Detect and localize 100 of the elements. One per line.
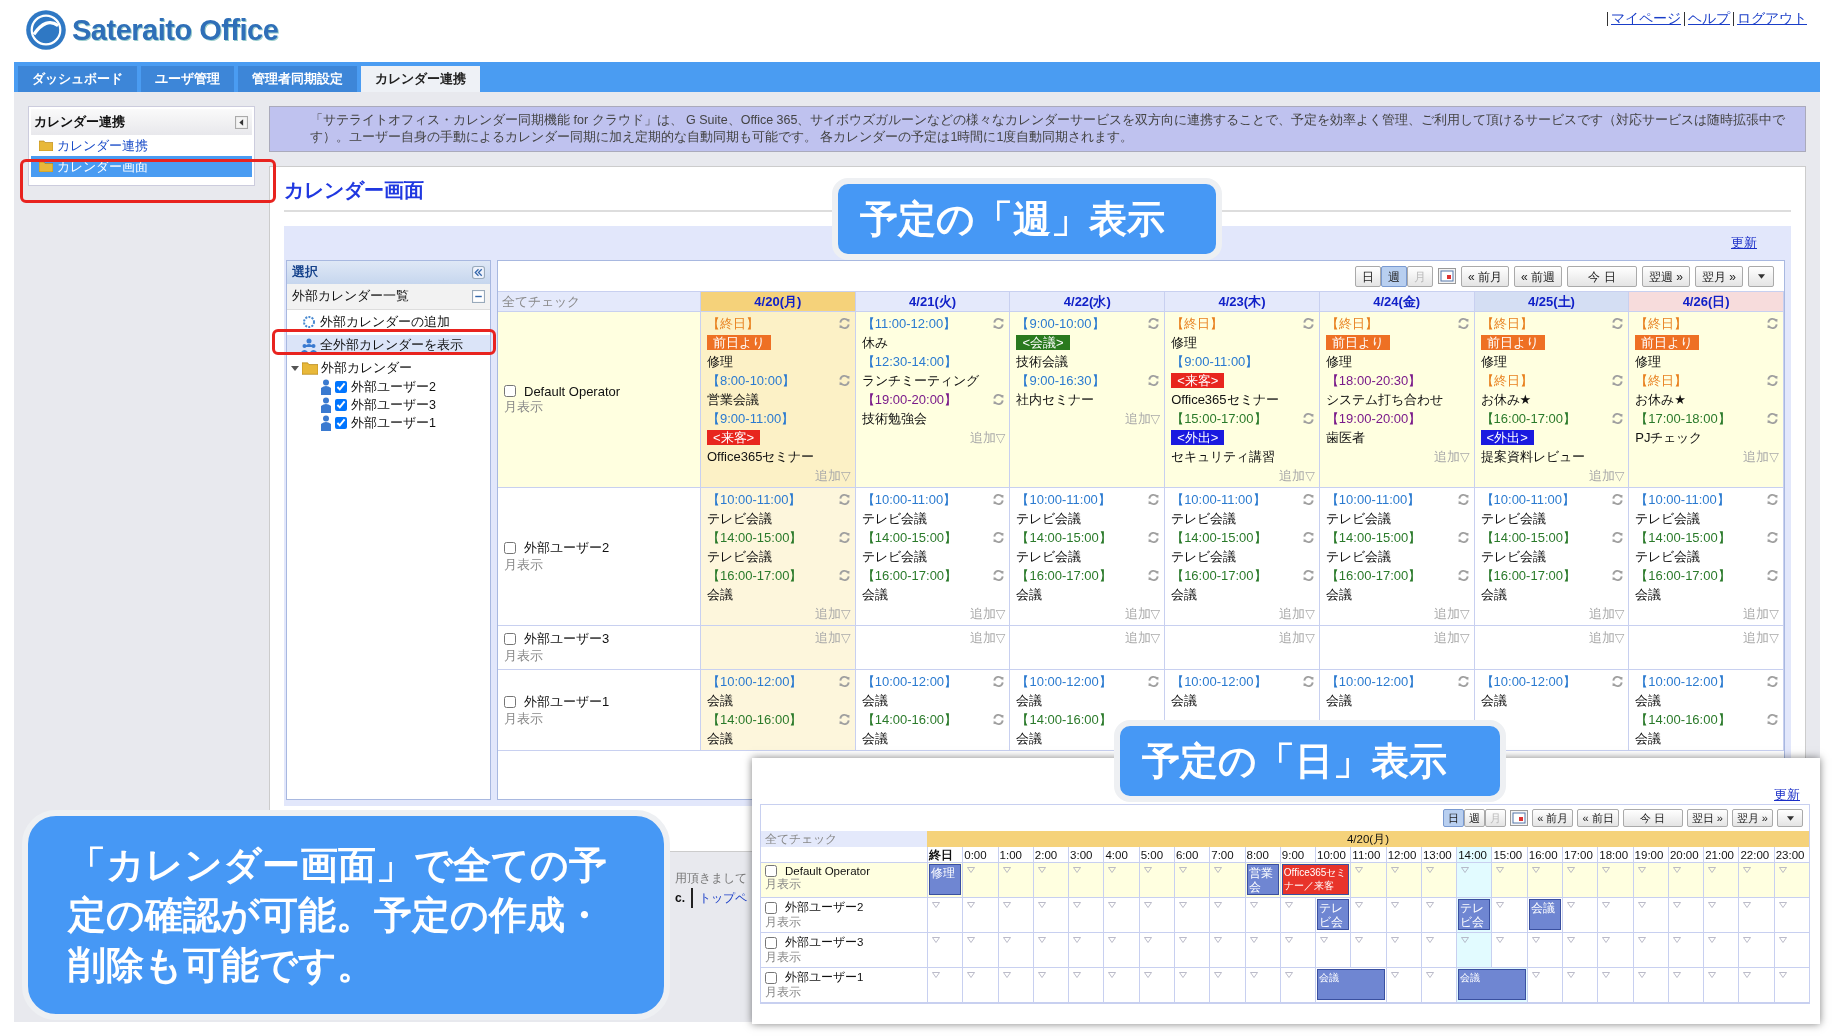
sync-icon[interactable]: [1611, 675, 1625, 688]
event-time[interactable]: 【12:30-14:00】: [861, 352, 958, 371]
month-view-link[interactable]: 月表示: [765, 915, 923, 930]
event-time[interactable]: 【9:00-11:00】: [707, 409, 795, 428]
sync-icon[interactable]: [992, 531, 1006, 544]
caret-icon[interactable]: [1073, 972, 1082, 978]
caret-icon[interactable]: [1178, 867, 1187, 873]
event-title[interactable]: 会議: [1635, 585, 1662, 604]
sync-icon[interactable]: [1301, 493, 1315, 506]
event-title[interactable]: 営業会議: [707, 390, 759, 409]
event-time[interactable]: 【9:00-11:00】: [1171, 352, 1259, 371]
tree-item[interactable]: 外部カレンダーの追加: [287, 312, 490, 332]
event-time[interactable]: 【16:00-17:00】: [1171, 566, 1267, 585]
caret-icon[interactable]: [1743, 867, 1752, 873]
caret-icon[interactable]: [1214, 937, 1223, 943]
sync-icon[interactable]: [837, 493, 851, 506]
row-checkbox[interactable]: [504, 542, 516, 554]
event-title[interactable]: 会議: [1635, 729, 1662, 748]
caret-icon[interactable]: [1778, 937, 1787, 943]
caret-icon[interactable]: [1249, 972, 1258, 978]
footer-link[interactable]: トップペ: [691, 888, 747, 908]
month-view-link[interactable]: 月表示: [504, 710, 694, 728]
event-title[interactable]: 会議: [1171, 691, 1198, 710]
caret-icon[interactable]: [1567, 867, 1576, 873]
sync-icon[interactable]: [1456, 531, 1470, 544]
caret-icon[interactable]: [1108, 937, 1117, 943]
caret-icon[interactable]: [1637, 972, 1646, 978]
caret-icon[interactable]: [1743, 902, 1752, 908]
view-button[interactable]: 日: [1443, 809, 1465, 827]
caret-icon[interactable]: [1037, 972, 1046, 978]
event-title[interactable]: 会議: [1480, 691, 1507, 710]
event-title[interactable]: お休み★: [1480, 390, 1532, 409]
event-block[interactable]: 会議: [1458, 969, 1526, 1000]
caret-icon[interactable]: [1567, 902, 1576, 908]
caret-icon[interactable]: [1002, 902, 1011, 908]
caret-icon[interactable]: [1143, 937, 1152, 943]
event-time[interactable]: 【10:00-11:00】: [1480, 490, 1575, 509]
event-time[interactable]: 【10:00-12:00】: [1325, 672, 1422, 691]
caret-icon[interactable]: [1002, 972, 1011, 978]
sync-icon[interactable]: [1611, 493, 1625, 506]
event-title[interactable]: 会議: [861, 585, 888, 604]
event-title[interactable]: 休み: [861, 333, 888, 352]
caret-icon[interactable]: [1743, 972, 1752, 978]
caret-icon[interactable]: [1637, 867, 1646, 873]
sync-icon[interactable]: [1766, 531, 1779, 544]
caret-icon[interactable]: [1637, 902, 1646, 908]
event-title[interactable]: 修理: [1635, 352, 1662, 371]
nav-tab[interactable]: ユーザ管理: [141, 66, 234, 92]
event-time[interactable]: 【14:00-15:00】: [1480, 528, 1576, 547]
caret-icon[interactable]: [1037, 902, 1046, 908]
caret-icon[interactable]: [1602, 867, 1611, 873]
caret-icon[interactable]: [1778, 972, 1787, 978]
sync-icon[interactable]: [1147, 569, 1161, 582]
sync-icon[interactable]: [1147, 493, 1161, 506]
event-block[interactable]: 会議: [1528, 899, 1562, 930]
caret-icon[interactable]: [1178, 937, 1187, 943]
header-link[interactable]: ログアウト: [1733, 12, 1810, 26]
caret-icon[interactable]: [1602, 902, 1611, 908]
event-title[interactable]: テレビ会議: [707, 509, 772, 528]
caret-icon[interactable]: [1531, 972, 1540, 978]
calendar-icon[interactable]: [1510, 810, 1529, 826]
sync-icon[interactable]: [1456, 675, 1470, 688]
caret-icon[interactable]: [967, 972, 976, 978]
nav-button[interactable]: « 前日: [1577, 809, 1619, 827]
sync-icon[interactable]: [992, 713, 1006, 726]
caret-icon[interactable]: [1496, 937, 1505, 943]
caret-icon[interactable]: [1637, 937, 1646, 943]
caret-icon[interactable]: [1284, 902, 1293, 908]
event-title[interactable]: テレビ会議: [1480, 547, 1546, 566]
event-title[interactable]: 会議: [707, 729, 733, 748]
sync-icon[interactable]: [1147, 317, 1161, 330]
nav-button[interactable]: 今 日: [1622, 809, 1683, 827]
caret-icon[interactable]: [1108, 972, 1117, 978]
event-title[interactable]: 修理: [707, 352, 733, 371]
event-time[interactable]: 【10:00-12:00】: [707, 672, 803, 691]
caret-icon[interactable]: [1425, 972, 1434, 978]
caret-icon[interactable]: [1672, 902, 1681, 908]
caret-icon[interactable]: [1461, 937, 1470, 943]
event-title[interactable]: テレビ会議: [707, 547, 772, 566]
sync-icon[interactable]: [1301, 569, 1315, 582]
event-title[interactable]: ランチミーティング: [861, 371, 979, 390]
event-time[interactable]: 【14:00-15:00】: [1635, 528, 1731, 547]
sync-icon[interactable]: [1611, 531, 1625, 544]
event-block[interactable]: 会議: [1317, 969, 1385, 1000]
event-time[interactable]: 【14:00-15:00】: [1325, 528, 1422, 547]
caret-icon[interactable]: [1284, 937, 1293, 943]
event-title[interactable]: 会議: [1325, 585, 1352, 604]
caret-icon[interactable]: [1672, 867, 1681, 873]
caret-icon[interactable]: [1531, 937, 1540, 943]
event-block[interactable]: Office365セミナー／来客: [1281, 864, 1350, 895]
event-time[interactable]: 【16:00-17:00】: [861, 566, 958, 585]
event-time[interactable]: 【18:00-20:30】: [1325, 371, 1422, 390]
refresh-link[interactable]: 更新: [1731, 234, 1757, 252]
caret-icon[interactable]: [1672, 937, 1681, 943]
event-title[interactable]: テレビ会議: [861, 509, 927, 528]
event-time[interactable]: 【19:00-20:00】: [1325, 409, 1422, 428]
caret-icon[interactable]: [1214, 902, 1223, 908]
sync-icon[interactable]: [1766, 713, 1779, 726]
month-view-link[interactable]: 月表示: [504, 557, 694, 574]
caret-icon[interactable]: [1390, 867, 1399, 873]
